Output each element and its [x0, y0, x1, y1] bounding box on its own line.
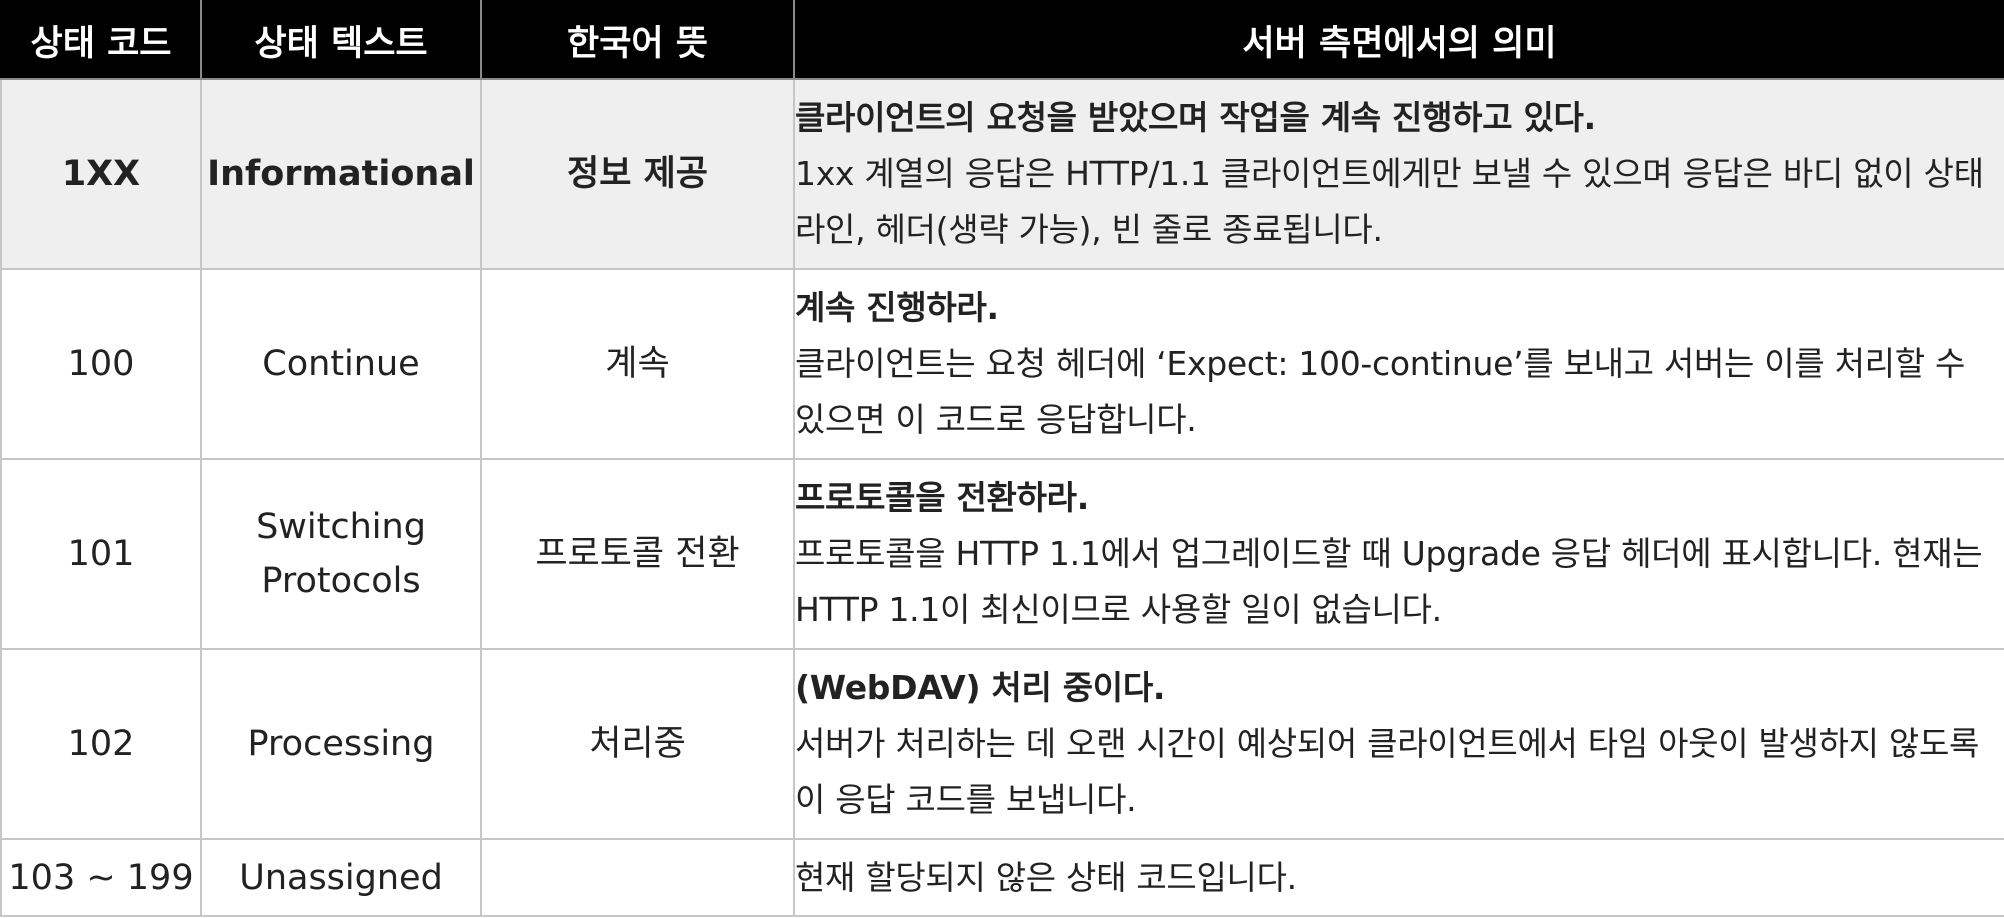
status-code-table: 상태 코드 상태 텍스트 한국어 뜻 서버 측면에서의 의미 1XX Infor… [0, 0, 2004, 917]
cell-meaning: 프로토콜을 전환하라. 프로토콜을 HTTP 1.1에서 업그레이드할 때 Up… [793, 458, 2004, 650]
cell-code: 101 [0, 458, 202, 650]
cell-meaning: 계속 진행하라. 클라이언트는 요청 헤더에 ‘Expect: 100-cont… [793, 268, 2004, 460]
cell-meaning: 클라이언트의 요청을 받았으며 작업을 계속 진행하고 있다. 1xx 계열의 … [793, 78, 2004, 270]
cell-meaning: 현재 할당되지 않은 상태 코드입니다. [793, 838, 2004, 917]
cell-text: Unassigned [200, 838, 482, 917]
table-row: 101 Switching Protocols 프로토콜 전환 프로토콜을 전환… [0, 458, 2004, 650]
meaning-description: 클라이언트는 요청 헤더에 ‘Expect: 100-continue’를 보내… [795, 344, 1966, 439]
meaning-description: 프로토콜을 HTTP 1.1에서 업그레이드할 때 Upgrade 응답 헤더에… [795, 534, 1983, 629]
table-row: 100 Continue 계속 계속 진행하라. 클라이언트는 요청 헤더에 ‘… [0, 268, 2004, 460]
header-row: 상태 코드 상태 텍스트 한국어 뜻 서버 측면에서의 의미 [0, 0, 2004, 80]
cell-korean: 처리중 [480, 648, 795, 840]
header-server-meaning: 서버 측면에서의 의미 [793, 0, 2004, 80]
header-status-code: 상태 코드 [0, 0, 202, 80]
cell-korean [480, 838, 795, 917]
cell-code: 1XX [0, 78, 202, 270]
meaning-description: 서버가 처리하는 데 오랜 시간이 예상되어 클라이언트에서 타임 아웃이 발생… [795, 724, 1980, 819]
header-status-text: 상태 텍스트 [200, 0, 482, 80]
meaning-title: (WebDAV) 처리 중이다. [795, 668, 1166, 707]
cell-text: Processing [200, 648, 482, 840]
cell-text: Informational [200, 78, 482, 270]
table-body: 1XX Informational 정보 제공 클라이언트의 요청을 받았으며 … [0, 78, 2004, 917]
cell-korean: 정보 제공 [480, 78, 795, 270]
meaning-description: 현재 할당되지 않은 상태 코드입니다. [795, 857, 1297, 897]
cell-meaning: (WebDAV) 처리 중이다. 서버가 처리하는 데 오랜 시간이 예상되어 … [793, 648, 2004, 840]
meaning-title: 계속 진행하라. [795, 288, 999, 327]
meaning-title: 프로토콜을 전환하라. [795, 478, 1089, 517]
meaning-title: 클라이언트의 요청을 받았으며 작업을 계속 진행하고 있다. [795, 98, 1596, 137]
meaning-description: 1xx 계열의 응답은 HTTP/1.1 클라이언트에게만 보낼 수 있으며 응… [795, 154, 1984, 249]
table-row: 1XX Informational 정보 제공 클라이언트의 요청을 받았으며 … [0, 78, 2004, 270]
cell-code: 102 [0, 648, 202, 840]
cell-korean: 프로토콜 전환 [480, 458, 795, 650]
cell-code: 103 ~ 199 [0, 838, 202, 917]
header-korean-meaning: 한국어 뜻 [480, 0, 795, 80]
table-row: 103 ~ 199 Unassigned 현재 할당되지 않은 상태 코드입니다… [0, 838, 2004, 917]
cell-text: Continue [200, 268, 482, 460]
table-row: 102 Processing 처리중 (WebDAV) 처리 중이다. 서버가 … [0, 648, 2004, 840]
cell-code: 100 [0, 268, 202, 460]
table-header: 상태 코드 상태 텍스트 한국어 뜻 서버 측면에서의 의미 [0, 0, 2004, 80]
cell-text: Switching Protocols [200, 458, 482, 650]
cell-korean: 계속 [480, 268, 795, 460]
